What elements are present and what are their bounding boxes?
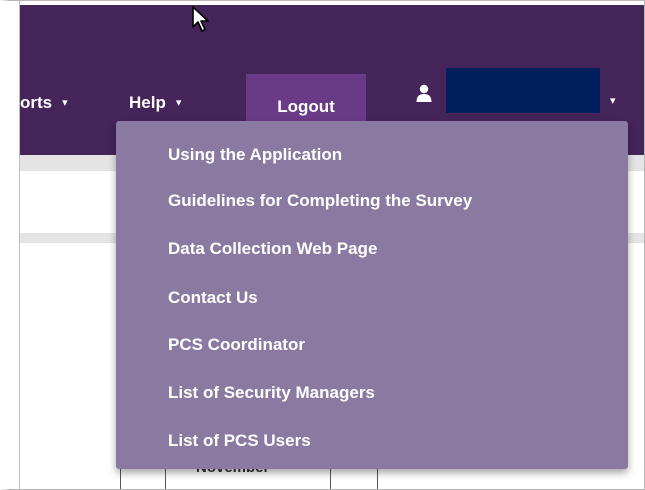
menu-item-data-collection[interactable]: Data Collection Web Page xyxy=(168,239,377,259)
menu-item-using-application[interactable]: Using the Application xyxy=(168,145,342,165)
logout-label: Logout xyxy=(277,97,335,116)
menu-item-pcs-users[interactable]: List of PCS Users xyxy=(168,431,311,451)
user-menu[interactable]: ▾ xyxy=(416,68,616,118)
user-icon xyxy=(416,84,432,102)
nav-reports-label: orts xyxy=(20,93,53,112)
menu-item-contact-us[interactable]: Contact Us xyxy=(168,288,258,308)
chevron-down-icon: ▾ xyxy=(610,95,616,107)
menu-item-pcs-coordinator[interactable]: PCS Coordinator xyxy=(168,335,305,355)
mouse-pointer-icon xyxy=(192,6,209,32)
user-name-redacted xyxy=(446,68,600,113)
nav-help-menu[interactable]: Help ▾ xyxy=(129,93,181,113)
chevron-down-icon: ▾ xyxy=(62,97,68,109)
logout-button[interactable]: Logout xyxy=(246,74,366,126)
chevron-down-icon: ▾ xyxy=(175,97,182,109)
menu-item-security-managers[interactable]: List of Security Managers xyxy=(168,383,375,403)
help-dropdown-menu: Using the Application Guidelines for Com… xyxy=(116,121,628,469)
app-window: orts▾ Help▾ Logout ▾ November Using the … xyxy=(0,0,645,490)
nav-help-label: Help xyxy=(129,93,166,112)
menu-item-guidelines[interactable]: Guidelines for Completing the Survey xyxy=(168,191,472,211)
nav-reports-menu[interactable]: orts ▾ xyxy=(20,93,68,113)
